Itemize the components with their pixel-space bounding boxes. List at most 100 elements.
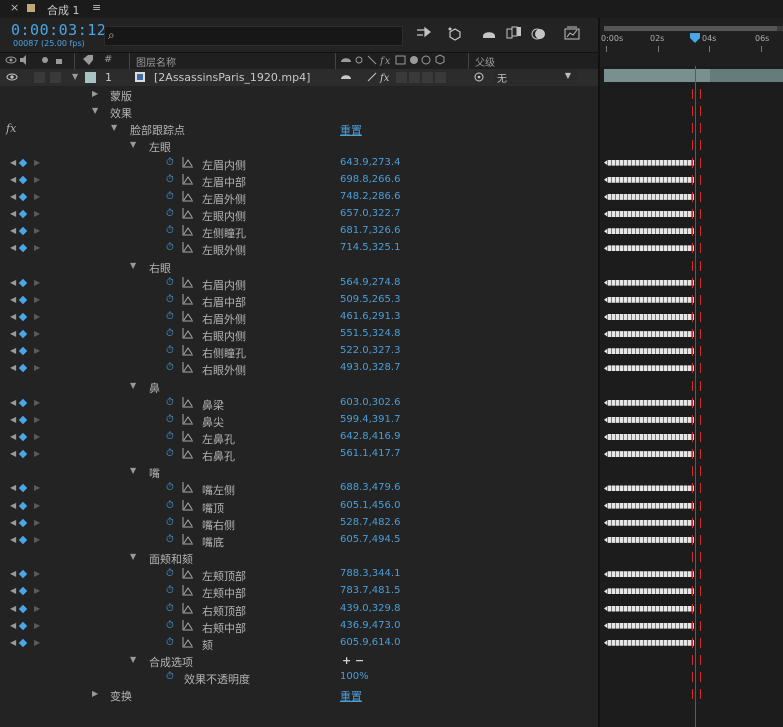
next-keyframe-icon[interactable]: ▶ <box>34 363 40 372</box>
property-value[interactable]: 783.7,481.5 <box>340 585 400 596</box>
next-keyframe-icon[interactable]: ▶ <box>34 175 40 184</box>
keyframe-diamond-icon[interactable] <box>18 501 28 510</box>
property-value[interactable]: 643.9,273.4 <box>340 157 400 168</box>
keyframe-diamond-icon[interactable] <box>18 347 28 356</box>
next-keyframe-icon[interactable]: ▶ <box>34 158 40 167</box>
next-keyframe-icon[interactable]: ▶ <box>34 638 40 647</box>
feature-group[interactable]: ▼ 左眼 <box>0 137 598 154</box>
tracking-point-property[interactable]: ◀ ▶ ⏱ 左鼻孔 642.8,416.9 <box>0 429 598 446</box>
property-value[interactable]: 688.3,479.6 <box>340 482 400 493</box>
parent-column-header[interactable]: 父级 <box>475 54 495 69</box>
prev-keyframe-icon[interactable]: ◀ <box>10 192 16 201</box>
keyframe-track[interactable] <box>604 279 694 286</box>
next-keyframe-icon[interactable]: ▶ <box>34 518 40 527</box>
tracking-point-property[interactable]: ◀ ▶ ⏱ 右眼外侧 493.0,328.7 <box>0 360 598 377</box>
stopwatch-icon[interactable]: ⏱ <box>166 345 174 356</box>
keyframe-diamond-icon[interactable] <box>18 295 28 305</box>
keyframe-navigator[interactable]: ◀ ▶ <box>8 346 44 358</box>
reset-link[interactable]: 重置 <box>340 122 362 138</box>
keyframe-diamond-icon[interactable] <box>18 638 28 648</box>
next-keyframe-icon[interactable]: ▶ <box>34 398 40 407</box>
keyframe-diamond-icon[interactable] <box>18 175 28 184</box>
timeline-row[interactable] <box>600 412 783 429</box>
keyframe-diamond-icon[interactable] <box>18 569 28 579</box>
prev-keyframe-icon[interactable]: ◀ <box>10 346 16 355</box>
tracking-point-property[interactable]: ◀ ▶ ⏱ 鼻梁 603.0,302.6 <box>0 395 598 412</box>
feature-group[interactable]: ▼ 嘴 <box>0 463 598 480</box>
keyframe-track[interactable] <box>604 176 694 183</box>
property-value[interactable]: 714.5,325.1 <box>340 242 400 253</box>
expand-arrow-right-icon[interactable]: ▶ <box>92 89 98 98</box>
timeline-row[interactable] <box>600 240 783 257</box>
prev-keyframe-icon[interactable]: ◀ <box>10 243 16 252</box>
tracking-point-property[interactable]: ◀ ▶ ⏱ 右颊中部 436.9,473.0 <box>0 618 598 635</box>
stopwatch-icon[interactable]: ⏱ <box>166 397 174 408</box>
frame-blending-icon[interactable] <box>505 26 523 44</box>
stopwatch-icon[interactable]: ⏱ <box>166 568 174 579</box>
keyframe-navigator[interactable]: ◀ ▶ <box>8 226 44 238</box>
keyframe-navigator[interactable]: ◀ ▶ <box>8 209 44 221</box>
property-value[interactable]: 603.0,302.6 <box>340 397 400 408</box>
timeline-row[interactable] <box>600 480 783 497</box>
tracking-point-property[interactable]: ◀ ▶ ⏱ 左眉外侧 748.2,286.6 <box>0 189 598 206</box>
prev-keyframe-icon[interactable]: ◀ <box>10 621 16 630</box>
tracking-point-property[interactable]: ◀ ▶ ⏱ 左眉中部 698.8,266.6 <box>0 172 598 189</box>
prev-keyframe-icon[interactable]: ◀ <box>10 586 16 595</box>
stopwatch-icon[interactable]: ⏱ <box>166 534 174 545</box>
prev-keyframe-icon[interactable]: ◀ <box>10 209 16 218</box>
property-value[interactable]: 439.0,329.8 <box>340 603 400 614</box>
keyframe-track[interactable] <box>604 399 694 406</box>
tracking-point-property[interactable]: ◀ ▶ ⏱ 右侧瞳孔 522.0,327.3 <box>0 343 598 360</box>
stopwatch-icon[interactable]: ⏱ <box>166 585 174 596</box>
tracking-point-property[interactable]: ◀ ▶ ⏱ 嘴底 605.7,494.5 <box>0 532 598 549</box>
keyframe-navigator[interactable]: ◀ ▶ <box>8 415 44 427</box>
keyframe-diamond-icon[interactable] <box>18 329 28 339</box>
tracking-point-property[interactable]: ◀ ▶ ⏱ 颏 605.9,614.0 <box>0 635 598 652</box>
timeline-row[interactable] <box>600 446 783 463</box>
next-keyframe-icon[interactable]: ▶ <box>34 483 40 492</box>
prev-keyframe-icon[interactable]: ◀ <box>10 501 16 510</box>
stopwatch-icon[interactable]: ⏱ <box>166 517 174 528</box>
keyframe-track[interactable] <box>604 331 694 338</box>
timeline-row[interactable] <box>600 172 783 189</box>
keyframe-diamond-icon[interactable] <box>18 604 28 613</box>
time-navigator[interactable] <box>604 26 783 31</box>
current-timecode[interactable]: 0:00:03:12 <box>11 21 106 39</box>
stopwatch-icon[interactable]: ⏱ <box>166 174 174 185</box>
prev-keyframe-icon[interactable]: ◀ <box>10 158 16 167</box>
keyframe-diamond-icon[interactable] <box>18 364 28 373</box>
keyframe-navigator[interactable]: ◀ ▶ <box>8 295 44 307</box>
keyframe-navigator[interactable]: ◀ ▶ <box>8 158 44 170</box>
timeline-row[interactable] <box>600 549 783 566</box>
stopwatch-icon[interactable]: ⏱ <box>166 637 174 648</box>
keyframe-track[interactable] <box>604 434 694 440</box>
tracking-point-property[interactable]: ◀ ▶ ⏱ 鼻尖 599.4,391.7 <box>0 412 598 429</box>
next-keyframe-icon[interactable]: ▶ <box>34 329 40 338</box>
timeline-row[interactable] <box>600 223 783 240</box>
prev-keyframe-icon[interactable]: ◀ <box>10 604 16 613</box>
keyframe-navigator[interactable]: ◀ ▶ <box>8 638 44 650</box>
keyframe-navigator[interactable]: ◀ ▶ <box>8 621 44 633</box>
keyframe-track[interactable] <box>604 622 694 629</box>
keyframe-diamond-icon[interactable] <box>18 226 28 236</box>
tracking-point-property[interactable]: ◀ ▶ ⏱ 右眼内侧 551.5,324.8 <box>0 326 598 343</box>
next-keyframe-icon[interactable]: ▶ <box>34 569 40 578</box>
next-keyframe-icon[interactable]: ▶ <box>34 604 40 613</box>
expand-arrow-down-icon[interactable]: ▼ <box>92 106 98 115</box>
keyframe-track[interactable] <box>604 605 694 612</box>
timeline-row[interactable] <box>600 395 783 412</box>
timeline-row[interactable] <box>600 652 783 669</box>
effects-group[interactable]: ▼ 效果 <box>0 103 598 120</box>
tracking-point-property[interactable]: ◀ ▶ ⏱ 左颊中部 783.7,481.5 <box>0 583 598 600</box>
keyframe-diamond-icon[interactable] <box>18 621 28 630</box>
next-keyframe-icon[interactable]: ▶ <box>34 586 40 595</box>
reset-link[interactable]: 重置 <box>340 688 362 704</box>
property-value[interactable]: 100% <box>340 671 369 682</box>
stopwatch-icon[interactable]: ⏱ <box>166 500 174 511</box>
next-keyframe-icon[interactable]: ▶ <box>34 226 40 235</box>
expand-arrow-down-icon[interactable]: ▼ <box>130 655 136 664</box>
prev-keyframe-icon[interactable]: ◀ <box>10 398 16 407</box>
property-value[interactable]: 681.7,326.6 <box>340 225 400 236</box>
keyframe-navigator[interactable]: ◀ ▶ <box>8 432 44 444</box>
tracking-point-property[interactable]: ◀ ▶ ⏱ 右眉中部 509.5,265.3 <box>0 292 598 309</box>
